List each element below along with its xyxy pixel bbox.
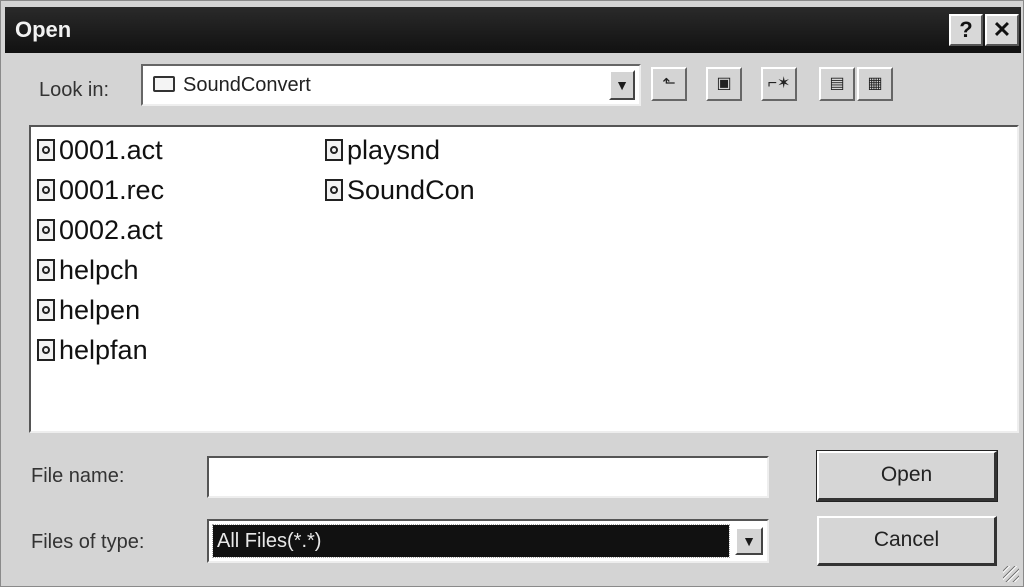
look-in-label: Look in:	[39, 79, 110, 101]
list-item[interactable]: 0002.act	[37, 213, 163, 247]
file-icon	[37, 339, 55, 361]
list-item[interactable]: helpen	[37, 293, 140, 327]
files-of-type-dropdown[interactable]: All Files(*.*) ▼	[207, 519, 769, 563]
file-icon	[37, 259, 55, 281]
folder-icon	[153, 76, 175, 92]
file-icon	[325, 179, 343, 201]
desktop-icon: ▣	[716, 75, 732, 92]
look-in-dropdown-arrow[interactable]: ▼	[609, 70, 635, 100]
file-name: playsnd	[347, 135, 441, 165]
file-name: SoundCon	[347, 175, 475, 205]
file-name-label: File name:	[31, 465, 125, 487]
desktop-button[interactable]: ▣	[706, 67, 742, 101]
file-icon	[37, 179, 55, 201]
list-view-button[interactable]: ▤	[819, 67, 855, 101]
window-title: Open	[15, 17, 72, 42]
look-in-dropdown[interactable]: SoundConvert ▼	[141, 64, 641, 106]
close-button[interactable]: ✕	[985, 14, 1019, 46]
file-name: helpch	[59, 255, 139, 285]
details-view-button[interactable]: ▦	[857, 67, 893, 101]
files-of-type-dropdown-arrow[interactable]: ▼	[735, 527, 763, 555]
open-button[interactable]: Open	[816, 450, 998, 502]
list-item[interactable]: 0001.rec	[37, 173, 164, 207]
cancel-button[interactable]: Cancel	[817, 516, 997, 566]
list-item[interactable]: 0001.act	[37, 133, 163, 167]
title-bar[interactable]: Open ? ✕	[5, 7, 1021, 53]
open-dialog: Open ? ✕ Look in: SoundConvert ▼ ⬑ ▣ ⌐✶ …	[0, 0, 1024, 587]
chevron-down-icon: ▼	[615, 77, 629, 93]
file-name: 0001.rec	[59, 175, 165, 205]
list-item[interactable]: SoundCon	[325, 173, 475, 207]
file-icon	[37, 219, 55, 241]
file-icon	[37, 299, 55, 321]
files-of-type-value: All Files(*.*)	[212, 524, 730, 558]
look-in-value: SoundConvert	[183, 74, 311, 96]
file-name: 0002.act	[59, 215, 163, 245]
list-view-icon: ▤	[829, 75, 845, 92]
resize-grip-icon[interactable]	[1003, 566, 1019, 582]
file-name: helpen	[59, 295, 141, 325]
file-icon	[37, 139, 55, 161]
details-view-icon: ▦	[867, 75, 883, 92]
files-of-type-label: Files of type:	[31, 531, 145, 553]
chevron-down-icon: ▼	[742, 533, 756, 549]
up-one-level-button[interactable]: ⬑	[651, 67, 687, 101]
file-name: helpfan	[59, 335, 148, 365]
file-name: 0001.act	[59, 135, 163, 165]
list-item[interactable]: helpch	[37, 253, 139, 287]
create-new-folder-icon: ⌐✶	[767, 75, 791, 92]
help-button[interactable]: ?	[949, 14, 983, 46]
list-item[interactable]: helpfan	[37, 333, 148, 367]
create-new-folder-button[interactable]: ⌐✶	[761, 67, 797, 101]
up-one-level-icon: ⬑	[662, 75, 676, 92]
file-icon	[325, 139, 343, 161]
list-item[interactable]: playsnd	[325, 133, 440, 167]
file-list[interactable]: 0001.act 0001.rec 0002.act helpch helpen…	[29, 125, 1019, 433]
file-name-input[interactable]	[207, 456, 769, 498]
